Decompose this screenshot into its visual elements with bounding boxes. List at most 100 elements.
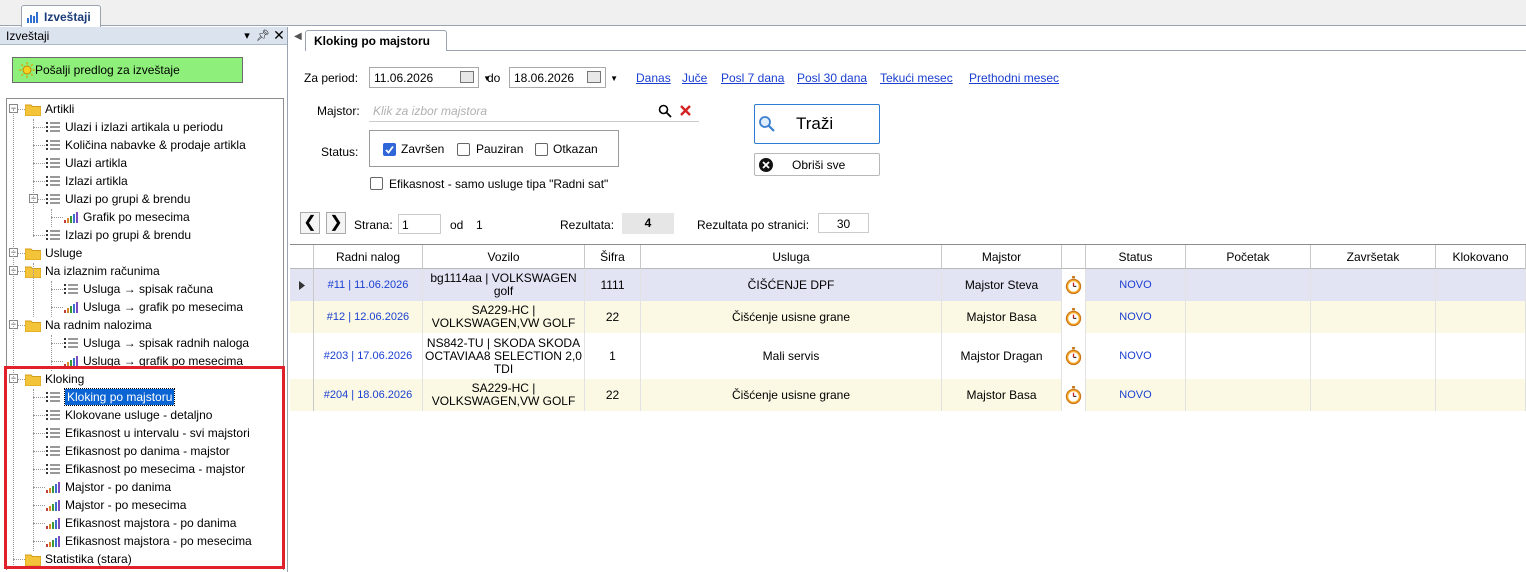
tree-node-kloking[interactable]: Kloking xyxy=(25,370,84,388)
tree-connector xyxy=(13,109,14,569)
bar-chart-icon xyxy=(45,498,61,512)
column-header[interactable]: Usluga xyxy=(641,245,942,269)
row-pointer-icon xyxy=(290,269,314,301)
stopwatch-icon[interactable] xyxy=(1062,301,1086,333)
tree-node-usluge[interactable]: Usluge xyxy=(25,244,82,262)
column-header[interactable]: Majstor xyxy=(942,245,1062,269)
checkbox-otkazan[interactable] xyxy=(535,143,548,156)
column-header[interactable]: Klokovano xyxy=(1436,245,1526,269)
tab-izvestaji[interactable]: Izveštaji xyxy=(21,5,101,27)
link-posl-30-dana[interactable]: Posl 30 dana xyxy=(797,71,867,85)
search-button[interactable]: Traži xyxy=(754,104,880,144)
tree-node-izlazi-artikla[interactable]: Izlazi artikla xyxy=(45,172,128,190)
table-row[interactable]: #11 | 11.06.2026 bg1114aa | VOLKSWAGEN go… xyxy=(290,269,1526,301)
table-cell: NOVO xyxy=(1086,301,1186,333)
cell-nalog[interactable]: #204 | 18.06.2026 xyxy=(324,389,413,402)
clear-all-button[interactable]: Obriši sve xyxy=(754,153,880,176)
tree-node-efik-majstora-danima[interactable]: Efikasnost majstora - po danima xyxy=(45,514,236,532)
next-page-button[interactable]: ❯ xyxy=(326,212,346,234)
cell-status[interactable]: NOVO xyxy=(1119,279,1151,292)
per-page-input[interactable]: 30 xyxy=(818,213,869,233)
tree-node-na-izlaznim[interactable]: Na izlaznim računima xyxy=(25,262,160,280)
cell-nalog[interactable]: #203 | 17.06.2026 xyxy=(324,350,413,363)
column-header[interactable]: Status xyxy=(1086,245,1186,269)
checkbox-zavrsen[interactable] xyxy=(383,143,396,156)
checkbox-efikasnost[interactable] xyxy=(370,177,383,190)
chevron-down-icon[interactable]: ▾ xyxy=(239,29,255,42)
column-header[interactable]: Završetak xyxy=(1311,245,1436,269)
tree-node-usluge-grafik-1[interactable]: Usluga → grafik po mesecima xyxy=(63,298,243,316)
tree-node-label: Kloking xyxy=(45,372,85,386)
majstor-input[interactable]: Klik za izbor majstora xyxy=(369,101,699,122)
send-suggestion-button[interactable]: Pošalji predlog za izveštaje xyxy=(12,57,243,83)
cell-nalog[interactable]: #11 | 11.06.2026 xyxy=(328,279,409,292)
tree-node-efikasnost-mesecima[interactable]: Efikasnost po mesecima - majstor xyxy=(45,460,245,478)
tree-node-usluge-spisak-racuna[interactable]: Usluga → spisak računa xyxy=(63,280,213,298)
tree-node-grafik-mesecima[interactable]: Grafik po mesecima xyxy=(63,208,190,226)
cell-status[interactable]: NOVO xyxy=(1119,350,1151,363)
stopwatch-icon[interactable] xyxy=(1062,379,1086,411)
tree-node-izlazi-grupi[interactable]: Izlazi po grupi & brendu xyxy=(45,226,191,244)
tree-node-artikli[interactable]: Artikli xyxy=(25,100,74,118)
table-cell: #11 | 11.06.2026 xyxy=(314,269,423,301)
tree-node-label: Usluge xyxy=(45,246,83,260)
tree-node-kolicina-nabavke[interactable]: Količina nabavke & prodaje artikla xyxy=(45,136,246,154)
calendar-icon[interactable] xyxy=(460,71,474,83)
tree-node-usluge-spisak-naloga[interactable]: Usluga → spisak radnih naloga xyxy=(63,334,249,352)
tree-node-statistika[interactable]: Statistika (stara) xyxy=(25,550,132,568)
chevron-down-icon[interactable]: ▼ xyxy=(610,74,618,83)
link-tekuci-mesec[interactable]: Tekući mesec xyxy=(880,71,953,85)
link-juce[interactable]: Juče xyxy=(682,71,707,85)
tree-connector xyxy=(33,451,45,452)
tree-node-efikasnost-danima[interactable]: Efikasnost po danima - majstor xyxy=(45,442,230,460)
results-count: 4 xyxy=(622,213,674,234)
tree-node-klokovane-detaljno[interactable]: Klokovane usluge - detaljno xyxy=(45,406,212,424)
table-row[interactable]: #204 | 18.06.2026 SA229-HC | VOLKSWAGEN,V… xyxy=(290,379,1526,411)
tree-node-efikasnost-intervalu[interactable]: Efikasnost u intervalu - svi majstori xyxy=(45,424,250,442)
stopwatch-icon[interactable] xyxy=(1062,333,1086,379)
tree-node-usluge-grafik-2[interactable]: Usluga → grafik po mesecima xyxy=(63,352,243,370)
table-cell xyxy=(1186,333,1311,379)
tree-node-ulazi-izlazi-period[interactable]: Ulazi i izlazi artikala u periodu xyxy=(45,118,223,136)
column-header[interactable]: Radni nalog xyxy=(314,245,423,269)
date-from-field[interactable]: 11.06.2026 ▼ xyxy=(369,67,491,88)
page-input[interactable]: 1 xyxy=(398,214,441,234)
table-cell: #204 | 18.06.2026 xyxy=(314,379,423,411)
column-header[interactable]: Početak xyxy=(1186,245,1311,269)
cell-status[interactable]: NOVO xyxy=(1119,311,1151,324)
link-posl-7-dana[interactable]: Posl 7 dana xyxy=(721,71,784,85)
table-cell: Majstor Basa xyxy=(942,379,1062,411)
column-header[interactable]: Šifra xyxy=(585,245,641,269)
search-icon[interactable] xyxy=(658,104,672,118)
results-grid: Radni nalog Vozilo Šifra Usluga Majstor … xyxy=(290,244,1526,572)
tree-node-ulazi-artikla[interactable]: Ulazi artikla xyxy=(45,154,127,172)
tree-node-na-radnim[interactable]: Na radnim nalozima xyxy=(25,316,152,334)
pin-icon[interactable]: 📌︎ xyxy=(255,29,271,42)
column-header[interactable]: Vozilo xyxy=(423,245,585,269)
list-icon xyxy=(45,138,61,152)
tab-kloking-po-majstoru[interactable]: Kloking po majstoru xyxy=(305,30,447,51)
table-row[interactable]: #203 | 17.06.2026 NS842-TU | SKODA SKODA … xyxy=(290,333,1526,379)
prev-page-button[interactable]: ❮ xyxy=(300,212,320,234)
calendar-icon[interactable] xyxy=(587,71,601,83)
cell-vozilo: SA229-HC | VOLKSWAGEN,VW GOLF xyxy=(431,381,576,408)
link-prethodni-mesec[interactable]: Prethodni mesec xyxy=(969,71,1059,85)
date-to-field[interactable]: 18.06.2026 ▼ xyxy=(509,67,618,88)
tree-node-kloking-po-majstoru[interactable]: Kloking po majstoru xyxy=(45,388,176,406)
close-icon[interactable]: ✕ xyxy=(271,27,287,44)
checkbox-pauziran[interactable] xyxy=(457,143,470,156)
tree-node-majstor-danima[interactable]: Majstor - po danima xyxy=(45,478,171,496)
tree-node-efik-majstora-mesecima[interactable]: Efikasnost majstora - po mesecima xyxy=(45,532,252,550)
cell-nalog[interactable]: #12 | 12.06.2026 xyxy=(327,311,409,324)
tree-node-majstor-mesecima[interactable]: Majstor - po mesecima xyxy=(45,496,186,514)
clear-icon[interactable] xyxy=(679,104,692,117)
link-danas[interactable]: Danas xyxy=(636,71,671,85)
stopwatch-icon[interactable] xyxy=(1062,269,1086,301)
collapse-icon[interactable]: ◀ xyxy=(294,31,302,42)
lightbulb-icon xyxy=(19,62,35,78)
cell-status[interactable]: NOVO xyxy=(1119,389,1151,402)
tree-node-ulazi-grupi[interactable]: Ulazi po grupi & brendu xyxy=(45,190,190,208)
table-row[interactable]: #12 | 12.06.2026 SA229-HC | VOLKSWAGEN,VW… xyxy=(290,301,1526,333)
tree-connector xyxy=(33,397,45,398)
column-header[interactable] xyxy=(1062,245,1086,269)
